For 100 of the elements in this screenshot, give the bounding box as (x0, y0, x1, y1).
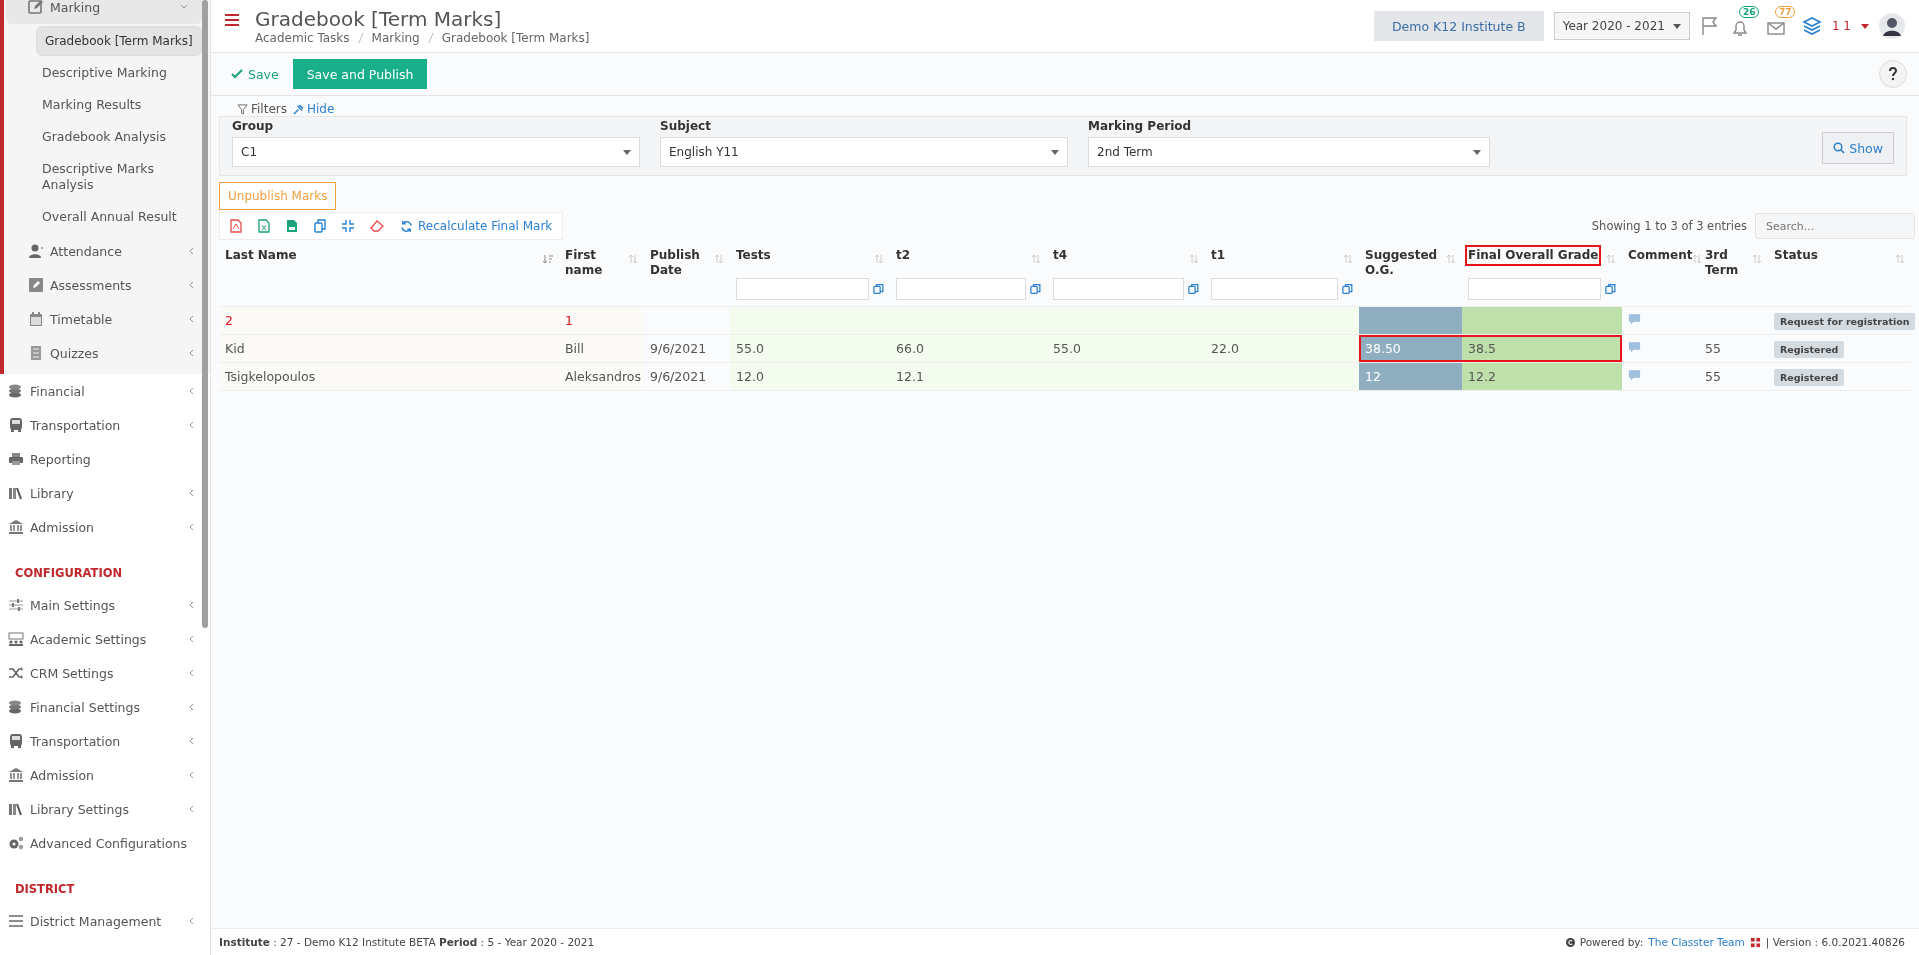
sort-descending-icon[interactable] (543, 254, 553, 264)
team-link[interactable]: The Classter Team (1648, 936, 1745, 948)
copy-icon[interactable] (873, 283, 884, 295)
field-label: Marking Period (1088, 119, 1193, 133)
help-button[interactable] (1879, 60, 1907, 88)
powered-by-label: Powered by: (1579, 936, 1644, 948)
sidebar-item[interactable]: Admission (0, 758, 210, 792)
sort-icon[interactable] (1446, 254, 1456, 264)
column-header[interactable]: Final Overall Grade (1465, 245, 1602, 266)
excel-icon[interactable] (258, 219, 270, 233)
hide-link[interactable]: Hide (293, 102, 335, 116)
select-field[interactable]: English Y11 (660, 137, 1068, 167)
question-icon (1888, 67, 1898, 81)
collapse-icon[interactable] (342, 220, 354, 232)
select-field[interactable]: C1 (232, 137, 640, 167)
sidebar-item[interactable]: Admission (0, 510, 210, 544)
column-header[interactable]: 3rd Term (1702, 245, 1755, 281)
sidebar-item[interactable]: District Management (0, 904, 210, 938)
sidebar-item[interactable]: Quizzes (6, 336, 210, 370)
sort-icon[interactable] (714, 254, 724, 264)
column-header[interactable]: Status (1771, 245, 1821, 266)
copy-icon[interactable] (1188, 283, 1199, 295)
sidebar-item[interactable]: Attendance (6, 234, 210, 268)
copy-icon[interactable] (314, 219, 326, 233)
sidebar-subitem[interactable]: Marking Results (36, 90, 202, 120)
sort-icon[interactable] (1606, 254, 1616, 264)
sort-icon[interactable] (874, 254, 884, 264)
eraser-icon[interactable] (370, 220, 384, 232)
sidebar-subitem[interactable]: Descriptive Marking (36, 58, 202, 88)
sort-icon[interactable] (1343, 254, 1353, 264)
sidebar-subitem[interactable]: Gradebook [Term Marks] (36, 26, 202, 56)
menu-icon[interactable] (225, 14, 239, 26)
comment-icon[interactable] (1628, 341, 1641, 353)
sidebar-item[interactable]: Academic Settings (0, 622, 210, 656)
printer-icon (8, 451, 24, 467)
column-header[interactable]: Tests (733, 245, 774, 266)
column-header[interactable]: t4 (1050, 245, 1071, 266)
table-cell: Tsigkelopoulos (219, 362, 559, 391)
select-field[interactable]: 2nd Term (1088, 137, 1490, 167)
breadcrumb[interactable]: Gradebook [Term Marks] (441, 31, 590, 45)
copy-icon[interactable] (1030, 283, 1041, 295)
filter-field[interactable] (896, 278, 1027, 300)
column-header[interactable]: Last Name (222, 245, 300, 266)
search-field[interactable]: Search... (1755, 213, 1915, 239)
year-select[interactable]: Year 2020 - 2021 (1553, 12, 1690, 40)
copy-icon[interactable] (1605, 283, 1616, 295)
sidebar-item[interactable]: Transportation (0, 408, 210, 442)
sidebar-item[interactable]: Timetable (6, 302, 210, 336)
sidebar-item[interactable]: Financial (0, 374, 210, 408)
status-badge: Request for registration (1774, 313, 1916, 330)
column-header[interactable]: t1 (1208, 245, 1229, 266)
flag-icon[interactable] (1699, 16, 1720, 36)
sidebar-item[interactable]: Transportation (0, 724, 210, 758)
sort-icon[interactable] (1895, 254, 1905, 264)
column-header[interactable]: Comment (1625, 245, 1696, 266)
breadcrumb[interactable]: Marking (371, 31, 420, 45)
sort-icon[interactable] (1189, 254, 1199, 264)
sidebar-item[interactable]: Assessments (6, 268, 210, 302)
sidebar-item[interactable]: Main Settings (0, 588, 210, 622)
sidebar-item[interactable]: Advanced Configurations (0, 826, 210, 860)
column-header[interactable]: First name (562, 245, 631, 281)
sort-icon[interactable] (1752, 254, 1762, 264)
column-header[interactable]: Publish Date (647, 245, 717, 281)
filter-field[interactable] (1211, 278, 1339, 300)
avatar[interactable] (1879, 13, 1905, 39)
csv-icon[interactable] (286, 219, 298, 233)
sort-icon[interactable] (628, 254, 638, 264)
sidebar-subitem[interactable]: Descriptive Marks Analysis (36, 154, 202, 200)
comment-icon[interactable] (1628, 313, 1641, 325)
filter-field[interactable] (736, 278, 870, 300)
sidebar-item[interactable]: CRM Settings (0, 656, 210, 690)
sidebar-item[interactable]: Reporting (0, 442, 210, 476)
user-name[interactable]: 1 1 (1831, 19, 1851, 33)
sidebar-subitem[interactable]: Overall Annual Result (36, 202, 202, 232)
sidebar-item[interactable]: Library Settings (0, 792, 210, 826)
filter-field[interactable] (1053, 278, 1185, 300)
pdf-icon[interactable] (230, 219, 242, 233)
show-button[interactable]: Show (1822, 132, 1894, 164)
breadcrumb[interactable]: Academic Tasks (255, 31, 350, 45)
comment-icon[interactable] (1628, 369, 1641, 381)
institute-button[interactable]: Demo K12 Institute B (1374, 11, 1544, 41)
chevron-icon (188, 387, 196, 395)
sidebar-item[interactable]: Financial Settings (0, 690, 210, 724)
layers-icon[interactable] (1801, 16, 1822, 36)
sidebar-item[interactable]: Library (0, 476, 210, 510)
column-header[interactable]: Suggested O.G. (1362, 245, 1449, 281)
table-cell: 55 (1699, 362, 1768, 391)
scrollbar[interactable] (202, 0, 208, 628)
copy-icon[interactable] (1342, 283, 1353, 295)
chevron-icon (188, 805, 196, 813)
sidebar-item[interactable]: Marking (6, 0, 202, 24)
filter-field[interactable] (1468, 278, 1602, 300)
sort-icon[interactable] (1692, 254, 1703, 264)
coins-icon (8, 383, 24, 399)
sidebar-subitem[interactable]: Gradebook Analysis (36, 122, 202, 152)
books-icon (8, 801, 24, 817)
entries-info: Showing 1 to 3 of 3 entries (1591, 219, 1747, 233)
caret-icon[interactable] (1861, 23, 1869, 29)
sort-icon[interactable] (1031, 254, 1041, 264)
column-header[interactable]: t2 (893, 245, 914, 266)
